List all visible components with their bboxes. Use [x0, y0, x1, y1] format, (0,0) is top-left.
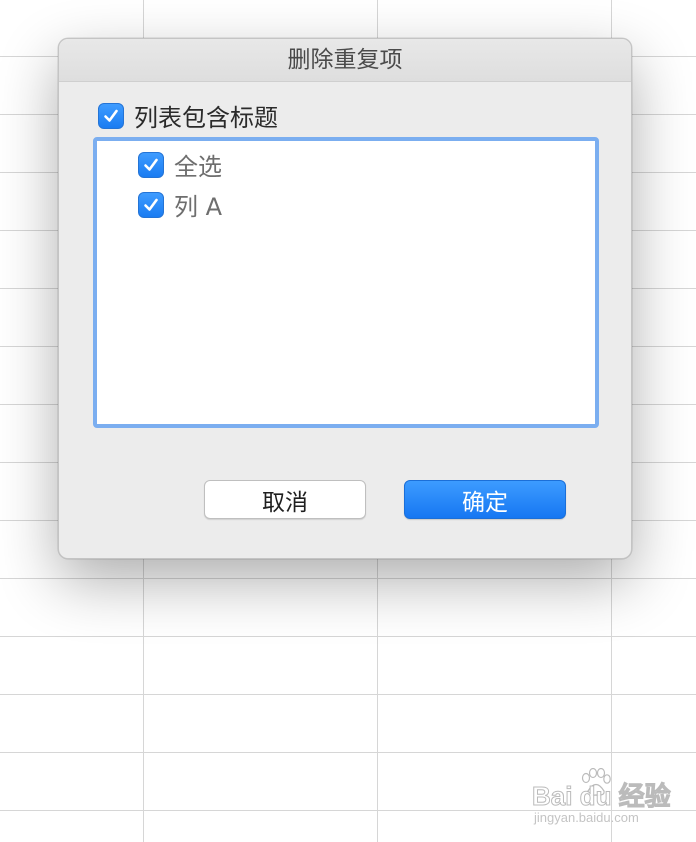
cancel-button[interactable]: 取消	[204, 480, 366, 519]
list-item-select-all[interactable]: 全选	[138, 147, 222, 182]
headers-checkbox-row[interactable]: 列表包含标题	[98, 98, 278, 133]
headers-checkbox[interactable]	[98, 102, 124, 129]
remove-duplicates-dialog: 删除重复项 列表包含标题 全选 列 A 取消 确定	[58, 38, 632, 559]
ok-button[interactable]: 确定	[404, 480, 566, 519]
checkmark-icon	[144, 198, 158, 211]
column-a-checkbox[interactable]	[138, 191, 164, 218]
checkmark-icon	[144, 158, 158, 171]
watermark-url-text: jingyan.baidu.com	[534, 810, 639, 825]
select-all-checkbox[interactable]	[138, 151, 164, 178]
baidu-jingyan-watermark: Bai du 经验 jingyan.baidu.com	[532, 768, 682, 832]
columns-list[interactable]: 全选 列 A	[93, 137, 599, 428]
checkmark-icon	[104, 109, 118, 122]
watermark-main-text: Bai du 经验	[532, 781, 672, 812]
list-item-column-a[interactable]: 列 A	[138, 187, 222, 222]
column-a-label: 列 A	[174, 193, 223, 221]
select-all-label: 全选	[174, 153, 222, 181]
dialog-title: 删除重复项	[59, 39, 631, 82]
headers-checkbox-label: 列表包含标题	[134, 104, 278, 132]
